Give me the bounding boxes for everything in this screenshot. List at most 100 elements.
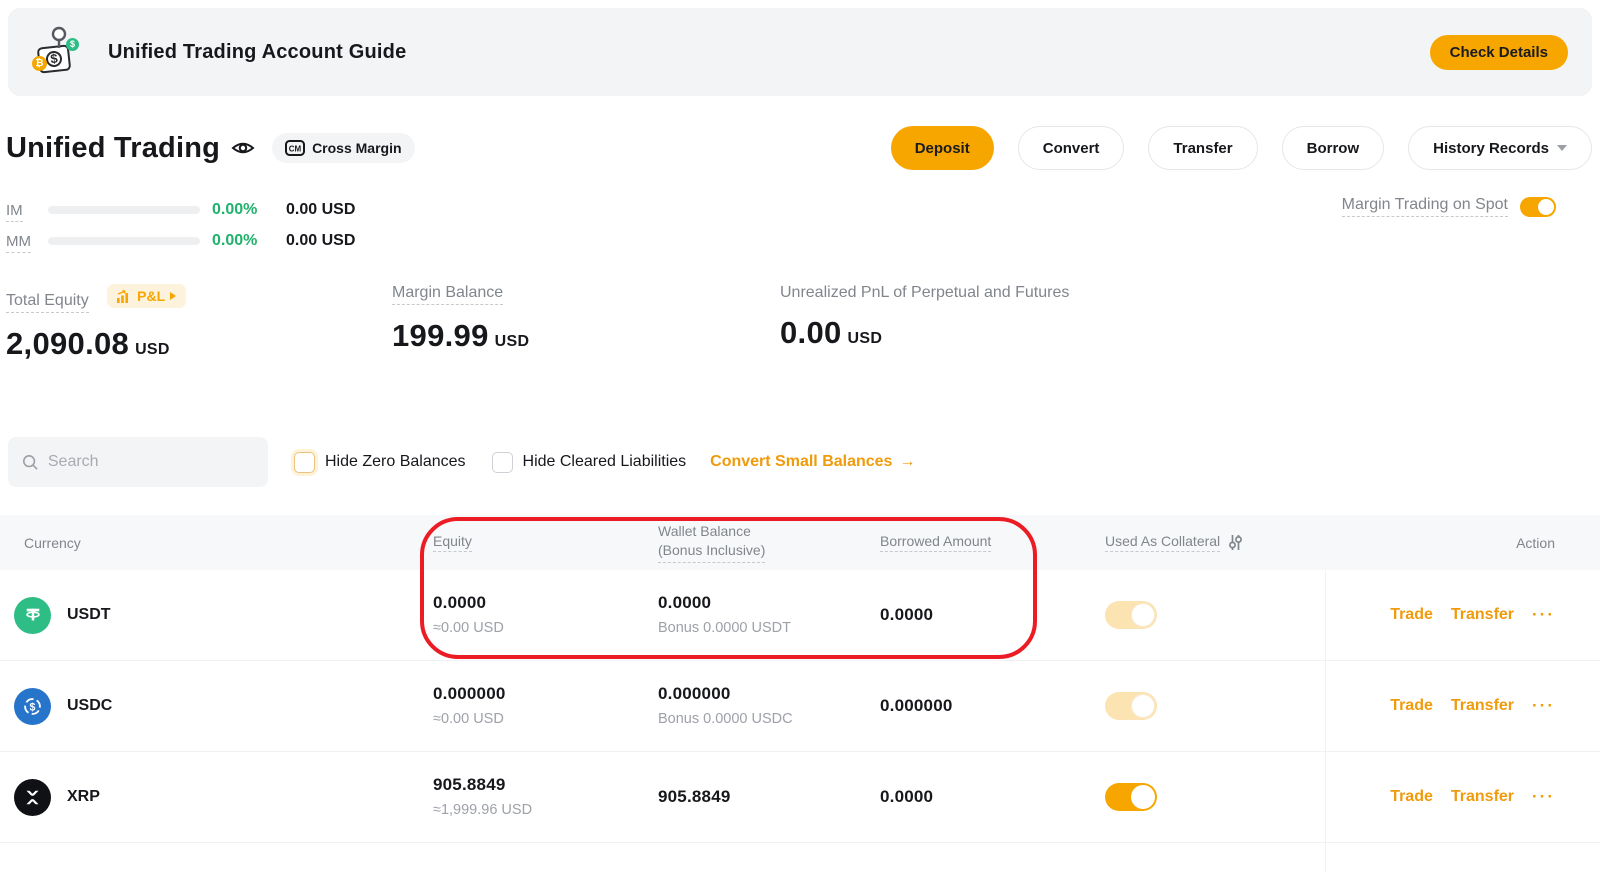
wallet-balance-cell: 0.000000 Bonus 0.0000 USDC [658,684,880,728]
equity-cell: 905.8849 ≈1,999.96 USD [433,775,658,819]
action-cell: Trade Transfer ··· [1325,787,1600,807]
page-title: Unified Trading [6,132,220,165]
margin-levels: IM 0.00% 0.00 USD MM 0.00% 0.00 USD [6,198,355,260]
trade-link[interactable]: Trade [1390,697,1433,715]
hide-zero-balances-filter[interactable]: Hide Zero Balances [294,452,466,473]
hide-zero-balances-label: Hide Zero Balances [325,453,466,471]
table-row-usdc: $ USDC 0.000000 ≈0.00 USD 0.000000 Bonus… [0,661,1600,752]
arrow-right-icon: → [899,453,915,471]
mm-amount: 0.00 USD [286,232,355,250]
usdc-icon: $ [14,688,51,725]
wallet-balance-cell: 0.0000 Bonus 0.0000 USDT [658,593,880,637]
mm-percent: 0.00% [212,232,286,250]
im-percent: 0.00% [212,201,286,219]
action-cell: Trade Transfer ··· [1325,696,1600,716]
equity-cell: 0.0000 ≈0.00 USD [433,593,658,637]
transfer-link[interactable]: Transfer [1451,606,1514,624]
coin-name: XRP [67,788,100,806]
convert-small-balances-label: Convert Small Balances [710,453,892,471]
total-equity-label: Total Equity [6,292,89,313]
margin-balance-value: 199.99USD [392,318,529,354]
trade-link[interactable]: Trade [1390,606,1433,624]
mm-row: MM 0.00% 0.00 USD [6,229,355,253]
history-records-label: History Records [1433,140,1549,157]
col-currency: Currency [0,535,433,551]
hide-zero-balances-checkbox[interactable] [294,452,315,473]
table-row-xrp: XRP 905.8849 ≈1,999.96 USD 905.8849 0.00… [0,752,1600,843]
borrowed-amount-cell: 0.000000 [880,696,1105,716]
deposit-button[interactable]: Deposit [891,126,994,170]
collateral-toggle[interactable] [1105,692,1157,720]
check-details-button[interactable]: Check Details [1430,35,1568,70]
cross-margin-badge[interactable]: CM Cross Margin [272,133,414,163]
more-actions-icon[interactable]: ··· [1532,787,1555,807]
borrow-button[interactable]: Borrow [1282,126,1385,170]
total-equity-value: 2,090.08USD [6,326,186,362]
currency-cell: $ USDC [0,688,433,725]
margin-trading-on-spot: Margin Trading on Spot [1342,196,1556,217]
margin-balance-label: Margin Balance [392,284,503,305]
unified-trading-page: $ ₿ $ Unified Trading Account Guide Chec… [0,0,1600,873]
more-actions-icon[interactable]: ··· [1532,696,1555,716]
filters-bar: Hide Zero Balances Hide Cleared Liabilit… [8,437,1592,487]
guide-banner: $ ₿ $ Unified Trading Account Guide Chec… [8,8,1592,96]
assets-table: Currency Equity Wallet Balance (Bonus In… [0,515,1600,843]
im-row: IM 0.00% 0.00 USD [6,198,355,222]
wallet-balance-cell: 905.8849 [658,787,880,807]
mm-progress-bar [48,237,200,245]
page-header: Unified Trading CM Cross Margin Deposit … [6,124,1592,172]
unrealized-pnl-label: Unrealized PnL of Perpetual and Futures [780,284,1069,302]
search-box[interactable] [8,437,268,487]
col-wallet-balance: Wallet Balance (Bonus Inclusive) [658,522,880,563]
search-input[interactable] [48,453,254,471]
borrowed-amount-cell: 0.0000 [880,605,1105,625]
header-actions: Deposit Convert Transfer Borrow History … [891,126,1592,170]
im-amount: 0.00 USD [286,201,355,219]
table-header: Currency Equity Wallet Balance (Bonus In… [0,515,1600,570]
borrowed-amount-cell: 0.0000 [880,787,1105,807]
margin-trading-on-spot-toggle[interactable] [1520,197,1556,217]
usdt-icon [14,597,51,634]
hide-cleared-liabilities-checkbox[interactable] [492,452,513,473]
total-equity-stat: Total Equity P&L 2,090.08USD [6,284,186,362]
col-borrowed-amount: Borrowed Amount [880,533,1105,552]
pnl-badge-label: P&L [137,288,165,304]
history-records-button[interactable]: History Records [1408,126,1592,170]
convert-small-balances-link[interactable]: Convert Small Balances → [710,453,915,471]
collateral-cell [1105,601,1325,629]
collateral-cell [1105,692,1325,720]
action-cell: Trade Transfer ··· [1325,605,1600,625]
unrealized-pnl-stat: Unrealized PnL of Perpetual and Futures … [780,284,1069,351]
cm-icon: CM [285,140,305,156]
transfer-link[interactable]: Transfer [1451,788,1514,806]
collateral-toggle[interactable] [1105,601,1157,629]
transfer-link[interactable]: Transfer [1451,697,1514,715]
currency-cell: XRP [0,779,433,816]
chevron-right-icon [170,292,176,300]
convert-button[interactable]: Convert [1018,126,1125,170]
equity-cell: 0.000000 ≈0.00 USD [433,684,658,728]
action-column-divider [1325,570,1326,873]
table-row-usdt: USDT 0.0000 ≈0.00 USD 0.0000 Bonus 0.000… [0,570,1600,661]
coin-name: USDT [67,606,111,624]
magnifier-icon [48,26,70,50]
sliders-icon[interactable] [1227,534,1244,551]
hide-cleared-liabilities-filter[interactable]: Hide Cleared Liabilities [492,452,687,473]
col-action: Action [1325,535,1600,551]
pnl-badge[interactable]: P&L [107,284,186,308]
wallet-coins-illustration-icon: $ ₿ $ [32,26,84,78]
eye-icon[interactable] [230,135,256,161]
im-progress-bar [48,206,200,214]
im-label: IM [6,202,48,219]
trade-link[interactable]: Trade [1390,788,1433,806]
collateral-toggle[interactable] [1105,783,1157,811]
hide-cleared-liabilities-label: Hide Cleared Liabilities [523,453,687,471]
more-actions-icon[interactable]: ··· [1532,605,1555,625]
chevron-down-icon [1557,145,1567,151]
col-equity: Equity [433,533,658,552]
chart-up-icon [117,290,132,303]
svg-text:CM: CM [289,145,302,154]
col-used-as-collateral: Used As Collateral [1105,533,1325,552]
transfer-button[interactable]: Transfer [1148,126,1257,170]
xrp-icon [14,779,51,816]
